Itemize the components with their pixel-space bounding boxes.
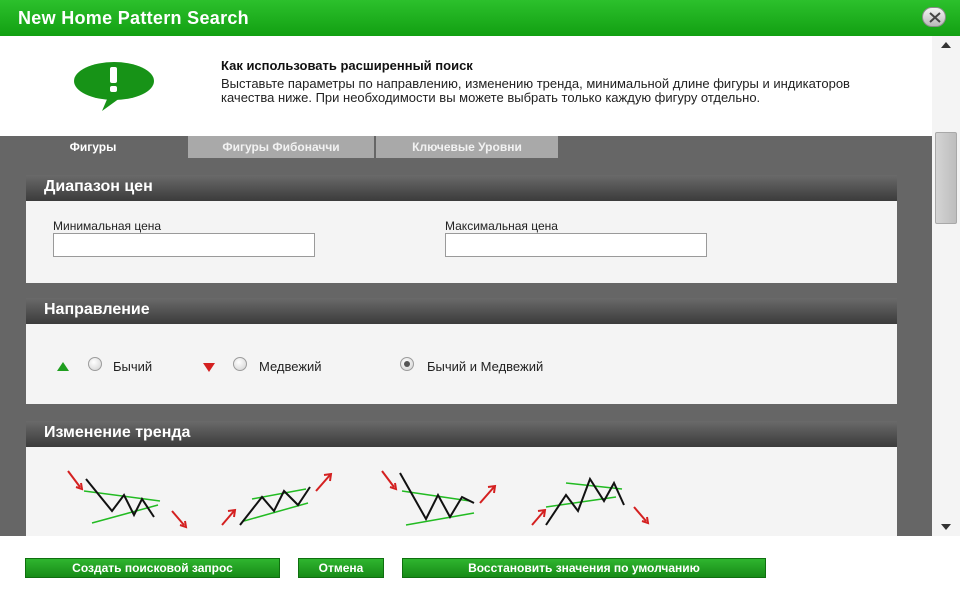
scroll-down-arrow-icon[interactable] <box>941 524 951 530</box>
close-button[interactable] <box>922 7 946 27</box>
direction-header: Направление <box>26 298 897 324</box>
max-price-label: Максимальная цена <box>445 219 558 233</box>
pattern-bearish-flag-icon[interactable] <box>526 467 656 531</box>
radio-bearish-label[interactable]: Медвежий <box>259 359 322 374</box>
trend-change-section: Изменение тренда <box>26 421 897 536</box>
pattern-reversal-bearish-triangle-icon[interactable] <box>62 467 192 531</box>
radio-bullish-and-bearish-label[interactable]: Бычий и Медвежий <box>427 359 543 374</box>
radio-bullish-label[interactable]: Бычий <box>113 359 152 374</box>
close-icon <box>929 12 941 23</box>
tab-fibonacci-figures[interactable]: Фигуры Фибоначчи <box>188 136 374 158</box>
info-heading: Как использовать расширенный поиск <box>221 58 473 73</box>
info-text: Выставьте параметры по направлению, изме… <box>221 76 850 105</box>
price-range-header: Диапазон цен <box>26 175 897 201</box>
cancel-button[interactable]: Отмена <box>298 558 384 578</box>
vertical-scrollbar[interactable] <box>932 36 960 536</box>
arrow-up-icon <box>57 362 69 371</box>
price-range-section: Диапазон цен Минимальная цена Максимальн… <box>26 175 897 283</box>
arrow-down-icon <box>203 363 215 372</box>
tab-figures[interactable]: Фигуры <box>0 136 186 158</box>
dialog-content: Как использовать расширенный поиск Выста… <box>0 36 932 536</box>
radio-bullish[interactable] <box>88 357 102 371</box>
direction-section: Направление Бычий Медвежий Бычий и Медве… <box>26 298 897 404</box>
radio-bullish-and-bearish[interactable] <box>400 357 414 371</box>
create-search-button[interactable]: Создать поисковой запрос <box>25 558 280 578</box>
title-bar: New Home Pattern Search <box>0 0 960 36</box>
info-bubble-icon <box>74 62 154 111</box>
radio-bearish[interactable] <box>233 357 247 371</box>
dialog-footer: Создать поисковой запрос Отмена Восстано… <box>0 536 960 600</box>
pattern-reversal-bullish-triangle-icon[interactable] <box>376 467 506 531</box>
restore-defaults-button[interactable]: Восстановить значения по умолчанию <box>402 558 766 578</box>
window-title: New Home Pattern Search <box>18 8 249 28</box>
tab-panel: Диапазон цен Минимальная цена Максимальн… <box>0 158 932 536</box>
tab-strip: Фигуры Фигуры Фибоначчи Ключевые Уровни … <box>0 136 932 536</box>
pattern-bullish-flag-icon[interactable] <box>216 467 346 531</box>
min-price-input[interactable] <box>53 233 315 257</box>
min-price-label: Минимальная цена <box>53 219 162 233</box>
trend-change-header: Изменение тренда <box>26 421 897 447</box>
max-price-input[interactable] <box>445 233 707 257</box>
scroll-up-arrow-icon[interactable] <box>941 42 951 48</box>
scroll-thumb[interactable] <box>935 132 957 224</box>
tab-key-levels[interactable]: Ключевые Уровни <box>376 136 558 158</box>
